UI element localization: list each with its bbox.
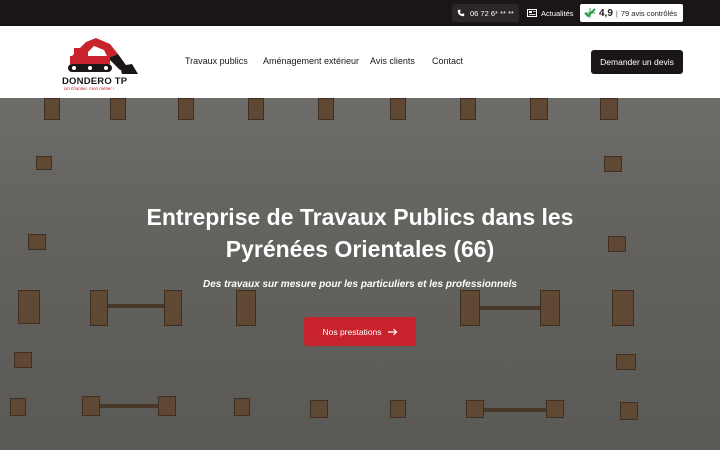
rating-separator: |: [615, 8, 618, 18]
rating-badge[interactable]: 4,9 | 79 avis contrôlés: [580, 4, 683, 22]
arrow-right-icon: [387, 328, 397, 335]
hero-title: Entreprise de Travaux Publics dans les P…: [146, 204, 574, 262]
newspaper-icon: [527, 9, 537, 17]
phone-icon: [457, 9, 465, 17]
nav-amenagement-exterieur[interactable]: Aménagement extérieur: [263, 56, 359, 66]
hero-subtitle: Des travaux sur mesure pour les particul…: [202, 279, 517, 290]
nav-travaux-publics[interactable]: Travaux publics: [185, 56, 248, 66]
verified-reviews-icon: [584, 8, 596, 18]
nav-contact[interactable]: Contact: [432, 56, 463, 66]
phone-number: 06 72 6* ** **: [470, 8, 514, 18]
hero-overlay: [0, 98, 720, 450]
services-button[interactable]: Nos prestations: [304, 317, 416, 346]
top-bar: 06 72 6* ** ** Actualités 4,9 | 79 avis …: [0, 0, 720, 26]
news-link[interactable]: Actualités: [527, 4, 574, 22]
rating-count: 79 avis contrôlés: [620, 8, 678, 18]
hero-section: Entreprise de Travaux Publics dans les P…: [0, 98, 720, 450]
site-logo[interactable]: DONDERO TP Un chantier, mon métier !: [62, 34, 144, 92]
logo-tagline: Un chantier, mon métier !: [64, 86, 115, 91]
phone-button[interactable]: 06 72 6* ** **: [452, 4, 519, 22]
quote-button[interactable]: Demander un devis: [591, 50, 683, 74]
nav-avis-clients[interactable]: Avis clients: [370, 56, 415, 66]
rating-score: 4,9: [599, 7, 613, 19]
excavator-logo-icon: [68, 38, 138, 74]
services-button-label: Nos prestations: [322, 326, 382, 337]
news-label: Actualités: [541, 8, 574, 18]
site-header: DONDERO TP Un chantier, mon métier ! Tra…: [0, 26, 720, 98]
